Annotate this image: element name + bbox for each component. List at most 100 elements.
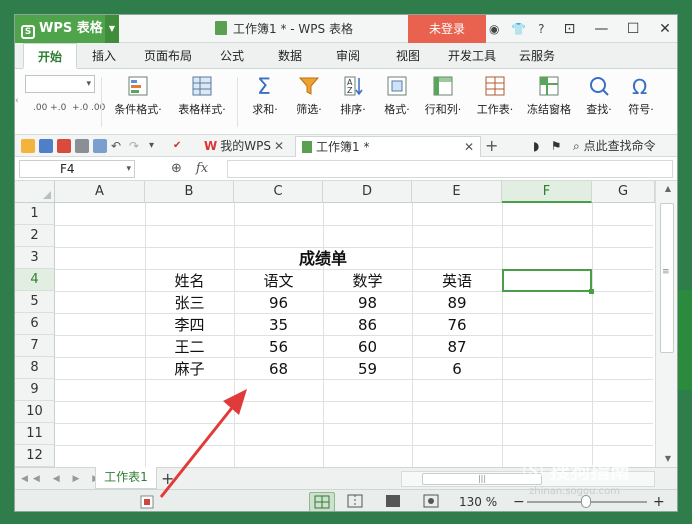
search-icon[interactable]: ⌕ [573, 139, 580, 153]
table-style-button[interactable]: 表格样式· [171, 75, 233, 117]
export-pdf-icon[interactable] [57, 139, 71, 153]
decimal-increase-button[interactable]: .00 +.0 [33, 103, 66, 113]
print-icon[interactable] [75, 139, 89, 153]
row-header-8[interactable]: 8 [15, 357, 55, 379]
row-header-10[interactable]: 10 [15, 401, 55, 423]
redo-icon[interactable]: ↷ [129, 139, 143, 153]
conditional-format-button[interactable]: 条件格式· [107, 75, 169, 117]
filter-button[interactable]: 筛选· [289, 75, 329, 117]
zoom-level[interactable]: 130 % [459, 490, 497, 511]
format-button[interactable]: 格式· [377, 75, 417, 117]
ribbon-scroll-left-icon[interactable]: ‹ [15, 73, 21, 129]
header-cell-math[interactable]: 数学 [323, 269, 412, 291]
row-header-4[interactable]: 4 [15, 269, 55, 291]
data-cell[interactable]: 李四 [145, 313, 234, 335]
tab-cloud[interactable]: 云服务 [509, 43, 565, 69]
freeze-pane-button[interactable]: 冻结窗格 [523, 75, 575, 117]
help-button[interactable]: ? [538, 22, 544, 36]
save-icon[interactable] [39, 139, 53, 153]
undo-icon[interactable]: ↶ [111, 139, 125, 153]
close-icon[interactable]: ✕ [651, 15, 677, 43]
row-header-5[interactable]: 5 [15, 291, 55, 313]
row-header-11[interactable]: 11 [15, 423, 55, 445]
customize-dropdown-icon[interactable]: ▾ [149, 139, 163, 153]
column-header-a[interactable]: A [55, 181, 145, 203]
row-header-3[interactable]: 3 [15, 247, 55, 269]
row-header-1[interactable]: 1 [15, 203, 55, 225]
data-cell[interactable]: 王二 [145, 335, 234, 357]
column-header-c[interactable]: C [234, 181, 323, 203]
skin-icon[interactable]: ◉ [489, 22, 499, 36]
fx-icon[interactable]: fx [196, 161, 208, 176]
maximize-icon[interactable]: ☐ [619, 15, 647, 43]
chevron-down-icon[interactable]: ▼ [105, 15, 119, 43]
flag-icon[interactable]: ⚑ [551, 139, 562, 153]
scroll-up-icon[interactable]: ▲ [656, 181, 677, 197]
close-icon[interactable]: ✕ [274, 136, 284, 157]
row-header-6[interactable]: 6 [15, 313, 55, 335]
data-cell[interactable]: 35 [234, 313, 323, 335]
page-break-view-button[interactable] [343, 492, 369, 511]
shirt-icon[interactable]: 👕 [511, 22, 526, 36]
select-all-corner[interactable] [15, 181, 55, 203]
header-cell-chinese[interactable]: 语文 [234, 269, 323, 291]
formula-input[interactable] [227, 160, 673, 178]
data-cell[interactable]: 98 [323, 291, 412, 313]
data-cell[interactable]: 89 [412, 291, 502, 313]
row-header-2[interactable]: 2 [15, 225, 55, 247]
data-cell[interactable]: 6 [412, 357, 502, 379]
tab-insert[interactable]: 插入 [81, 43, 127, 69]
data-cell[interactable]: 68 [234, 357, 323, 379]
data-cell[interactable]: 麻子 [145, 357, 234, 379]
minimize-icon[interactable]: — [587, 15, 615, 43]
data-cell[interactable]: 60 [323, 335, 412, 357]
column-header-b[interactable]: B [145, 181, 234, 203]
tab-review[interactable]: 审阅 [325, 43, 371, 69]
data-cell[interactable]: 87 [412, 335, 502, 357]
data-cell[interactable]: 96 [234, 291, 323, 313]
column-header-d[interactable]: D [323, 181, 412, 203]
data-cell[interactable]: 张三 [145, 291, 234, 313]
vertical-scrollbar[interactable]: ▲ ≡ ▼ [655, 181, 677, 467]
sum-button[interactable]: Σ 求和· [245, 75, 285, 117]
active-cell-selection[interactable] [502, 269, 594, 294]
column-header-f[interactable]: F [502, 181, 592, 203]
find-button[interactable]: 查找· [579, 75, 619, 117]
macro-record-icon[interactable] [139, 494, 155, 510]
tab-view[interactable]: 视图 [385, 43, 431, 69]
row-header-9[interactable]: 9 [15, 379, 55, 401]
restore-panel-icon[interactable]: ⊡ [556, 15, 584, 43]
print-preview-icon[interactable] [93, 139, 107, 153]
tab-home[interactable]: 开始 [23, 43, 77, 69]
page-layout-view-button[interactable] [381, 492, 407, 511]
font-size-select[interactable] [25, 75, 95, 93]
tab-formula[interactable]: 公式 [209, 43, 255, 69]
data-cell[interactable]: 86 [323, 313, 412, 335]
command-search[interactable]: 点此查找命令 [584, 139, 656, 153]
row-col-button[interactable]: 行和列· [419, 75, 467, 117]
tab-my-wps[interactable]: W 我的WPS ✕ [198, 136, 290, 157]
sheet-title-cell[interactable]: 成绩单 [234, 247, 412, 269]
column-header-e[interactable]: E [412, 181, 502, 203]
tab-developer[interactable]: 开发工具 [441, 43, 503, 69]
normal-view-button[interactable] [309, 492, 335, 511]
sheet-tab-1[interactable]: 工作表1 [95, 467, 157, 489]
worksheet-button[interactable]: 工作表· [471, 75, 519, 117]
pin-icon[interactable]: ✔ [173, 139, 187, 153]
login-button[interactable]: 未登录 [408, 15, 486, 43]
share-icon[interactable]: ◗ [533, 139, 539, 153]
scroll-thumb[interactable] [660, 203, 674, 353]
symbol-button[interactable]: Ω 符号· [621, 75, 661, 117]
reading-mode-button[interactable] [419, 492, 445, 511]
row-header-12[interactable]: 12 [15, 445, 55, 467]
data-cell[interactable]: 76 [412, 313, 502, 335]
sort-button[interactable]: AZ 排序· [333, 75, 373, 117]
app-menu-button[interactable]: S WPS 表格 ▼ [15, 15, 119, 43]
column-header-g[interactable]: G [592, 181, 655, 203]
tab-page-layout[interactable]: 页面布局 [133, 43, 203, 69]
close-icon[interactable]: ✕ [464, 137, 474, 158]
zoom-lens-icon[interactable]: ⊕ [171, 161, 182, 176]
open-folder-icon[interactable] [21, 139, 35, 153]
header-cell-name[interactable]: 姓名 [145, 269, 234, 291]
tab-data[interactable]: 数据 [267, 43, 313, 69]
